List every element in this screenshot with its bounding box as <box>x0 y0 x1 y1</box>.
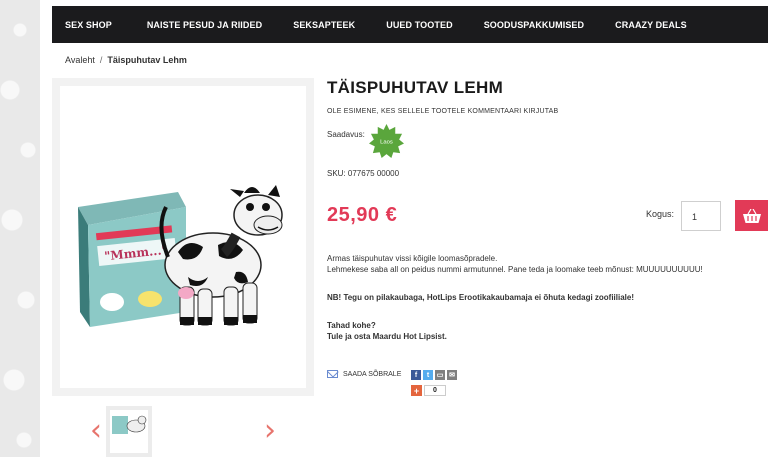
in-stock-badge-text: Laos <box>380 139 393 145</box>
social-share-buttons: f t ▭ ✉ <box>411 370 457 380</box>
print-icon[interactable]: ▭ <box>435 370 445 380</box>
product-title: TÄISPUHUTAV LEHM <box>327 78 504 97</box>
breadcrumb: Avaleht / Täispuhutav Lehm <box>65 55 187 65</box>
thumbnail-image <box>110 410 148 453</box>
nav-item-craazy-deals[interactable]: CRAAZY DEALS <box>615 20 687 30</box>
inflatable-cow-image: "Mmm..." <box>78 185 283 327</box>
nav-item-special-offers[interactable]: SOODUSPAKKUMISED <box>484 20 584 30</box>
background-pattern <box>0 0 40 457</box>
write-review-link[interactable]: OLE ESIMENE, KES SELLELE TOOTELE KOMMENT… <box>327 108 558 115</box>
thumbnail-strip: ‹ › <box>52 404 314 457</box>
share-counter: 0 <box>424 385 446 396</box>
description-line-1: Armas täispuhutav vissi kõigile loomasõp… <box>327 254 498 263</box>
send-to-friend-link[interactable]: SAADA SÕBRALE <box>327 370 401 378</box>
chevron-left-icon[interactable]: ‹ <box>90 416 102 446</box>
google-plus-share: + 0 <box>411 385 446 396</box>
breadcrumb-separator: / <box>99 55 103 65</box>
nav-item-sex-shop[interactable]: SEX SHOP <box>65 20 112 30</box>
google-plus-icon[interactable]: + <box>411 385 422 396</box>
chevron-right-icon[interactable]: › <box>264 416 276 446</box>
description-cta-1: Tahad kohe? <box>327 321 376 330</box>
product-image[interactable]: "Mmm..." <box>60 86 306 388</box>
thumbnail[interactable] <box>106 406 152 457</box>
quantity-label: Kogus: <box>646 209 675 219</box>
page: SEX SHOP NAISTE PESUD JA RIIDED SEKSAPTE… <box>52 0 768 457</box>
twitter-icon[interactable]: t <box>423 370 433 380</box>
facebook-icon[interactable]: f <box>411 370 421 380</box>
availability-label: Saadavus: <box>327 130 365 139</box>
description-line-2: Lehmekese saba all on peidus nummi armut… <box>327 265 703 274</box>
thumbnail-cow-image <box>112 415 147 434</box>
product-price: 25,90 € <box>327 204 398 226</box>
breadcrumb-current: Täispuhutav Lehm <box>107 55 187 65</box>
in-stock-badge: Laos <box>369 124 404 159</box>
quantity-input[interactable]: 1 <box>681 201 721 231</box>
breadcrumb-home[interactable]: Avaleht <box>65 55 95 65</box>
basket-icon <box>742 208 761 223</box>
nav-item-lingerie[interactable]: NAISTE PESUD JA RIIDED <box>147 20 262 30</box>
nav-item-sex-pharmacy[interactable]: SEKSAPTEEK <box>293 20 355 30</box>
product-sku: SKU: 077675 00000 <box>327 169 400 178</box>
description-notice: NB! Tegu on pilakaubaga, HotLips Erootik… <box>327 293 635 302</box>
product-image-frame: "Mmm..." <box>52 78 314 396</box>
main-nav: SEX SHOP NAISTE PESUD JA RIIDED SEKSAPTE… <box>52 6 768 43</box>
description-cta-2: Tule ja osta Maardu Hot Lipsist. <box>327 332 447 341</box>
email-icon[interactable]: ✉ <box>447 370 457 380</box>
nav-item-new-products[interactable]: UUED TOOTED <box>386 20 452 30</box>
product-description: Armas täispuhutav vissi kõigile loomasõp… <box>327 253 757 342</box>
add-to-cart-button[interactable] <box>735 200 768 231</box>
mail-icon <box>327 370 338 378</box>
send-to-friend-label: SAADA SÕBRALE <box>343 370 402 378</box>
